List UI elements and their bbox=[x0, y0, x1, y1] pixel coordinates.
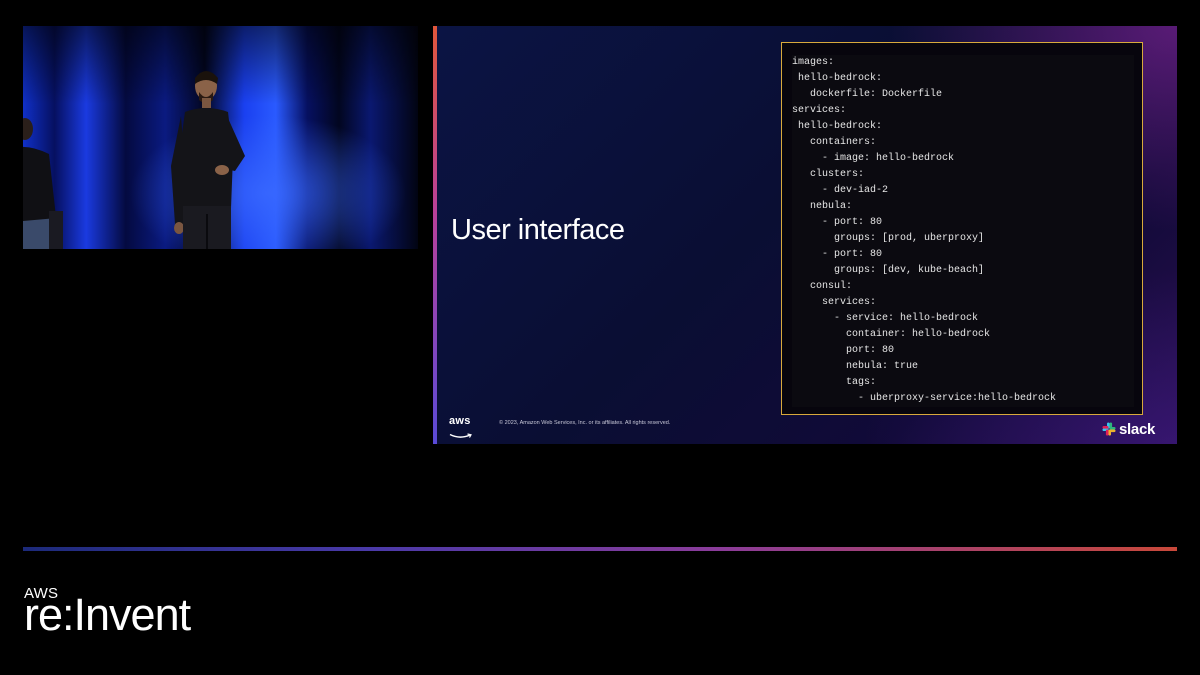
code-line: dockerfile: Dockerfile bbox=[792, 87, 1134, 103]
code-line: nebula: bbox=[792, 199, 1134, 215]
slide-title: User interface bbox=[451, 214, 625, 246]
branding-gradient-bar bbox=[23, 547, 1177, 551]
code-line: consul: bbox=[792, 279, 1134, 295]
aws-logo-icon: aws bbox=[449, 415, 475, 438]
aws-logo-text: aws bbox=[449, 415, 471, 427]
code-block: images: hello-bedrock: dockerfile: Docke… bbox=[781, 42, 1143, 415]
reinvent-logo-icon: AWS re:Invent bbox=[24, 586, 224, 640]
code-line: - dev-iad-2 bbox=[792, 183, 1134, 199]
code-line: port: 80 bbox=[792, 343, 1134, 359]
code-line: tags: bbox=[792, 375, 1134, 391]
code-line: groups: [dev, kube-beach] bbox=[792, 263, 1134, 279]
code-line: nebula: true bbox=[792, 359, 1134, 375]
code-line: - uberproxy-service:hello-bedrock bbox=[792, 391, 1134, 407]
code-line: groups: [prod, uberproxy] bbox=[792, 231, 1134, 247]
code-line: hello-bedrock: bbox=[792, 119, 1134, 135]
event-name: re:Invent bbox=[24, 589, 191, 640]
aws-smile-icon bbox=[449, 433, 472, 438]
copyright-notice: © 2023, Amazon Web Services, Inc. or its… bbox=[499, 420, 671, 426]
code-line: - port: 80 bbox=[792, 247, 1134, 263]
code-line: hello-bedrock: bbox=[792, 71, 1134, 87]
speaker-video-feed bbox=[23, 26, 418, 249]
slack-hash-icon bbox=[1102, 422, 1116, 436]
code-line: clusters: bbox=[792, 167, 1134, 183]
code-line: - image: hello-bedrock bbox=[792, 151, 1134, 167]
code-line: - service: hello-bedrock bbox=[792, 311, 1134, 327]
slack-logo-text: slack bbox=[1119, 420, 1156, 438]
code-line: services: bbox=[792, 103, 1134, 119]
presentation-slide: User interface images: hello-bedrock: do… bbox=[433, 26, 1177, 444]
slide-accent-bar bbox=[433, 26, 437, 444]
code-line: - port: 80 bbox=[792, 215, 1134, 231]
code-line: images: bbox=[792, 55, 1134, 71]
code-line: containers: bbox=[792, 135, 1134, 151]
code-line: container: hello-bedrock bbox=[792, 327, 1134, 343]
code-line: services: bbox=[792, 295, 1134, 311]
slack-logo-icon: slack bbox=[1102, 419, 1155, 439]
stage-scene-image bbox=[23, 26, 418, 249]
